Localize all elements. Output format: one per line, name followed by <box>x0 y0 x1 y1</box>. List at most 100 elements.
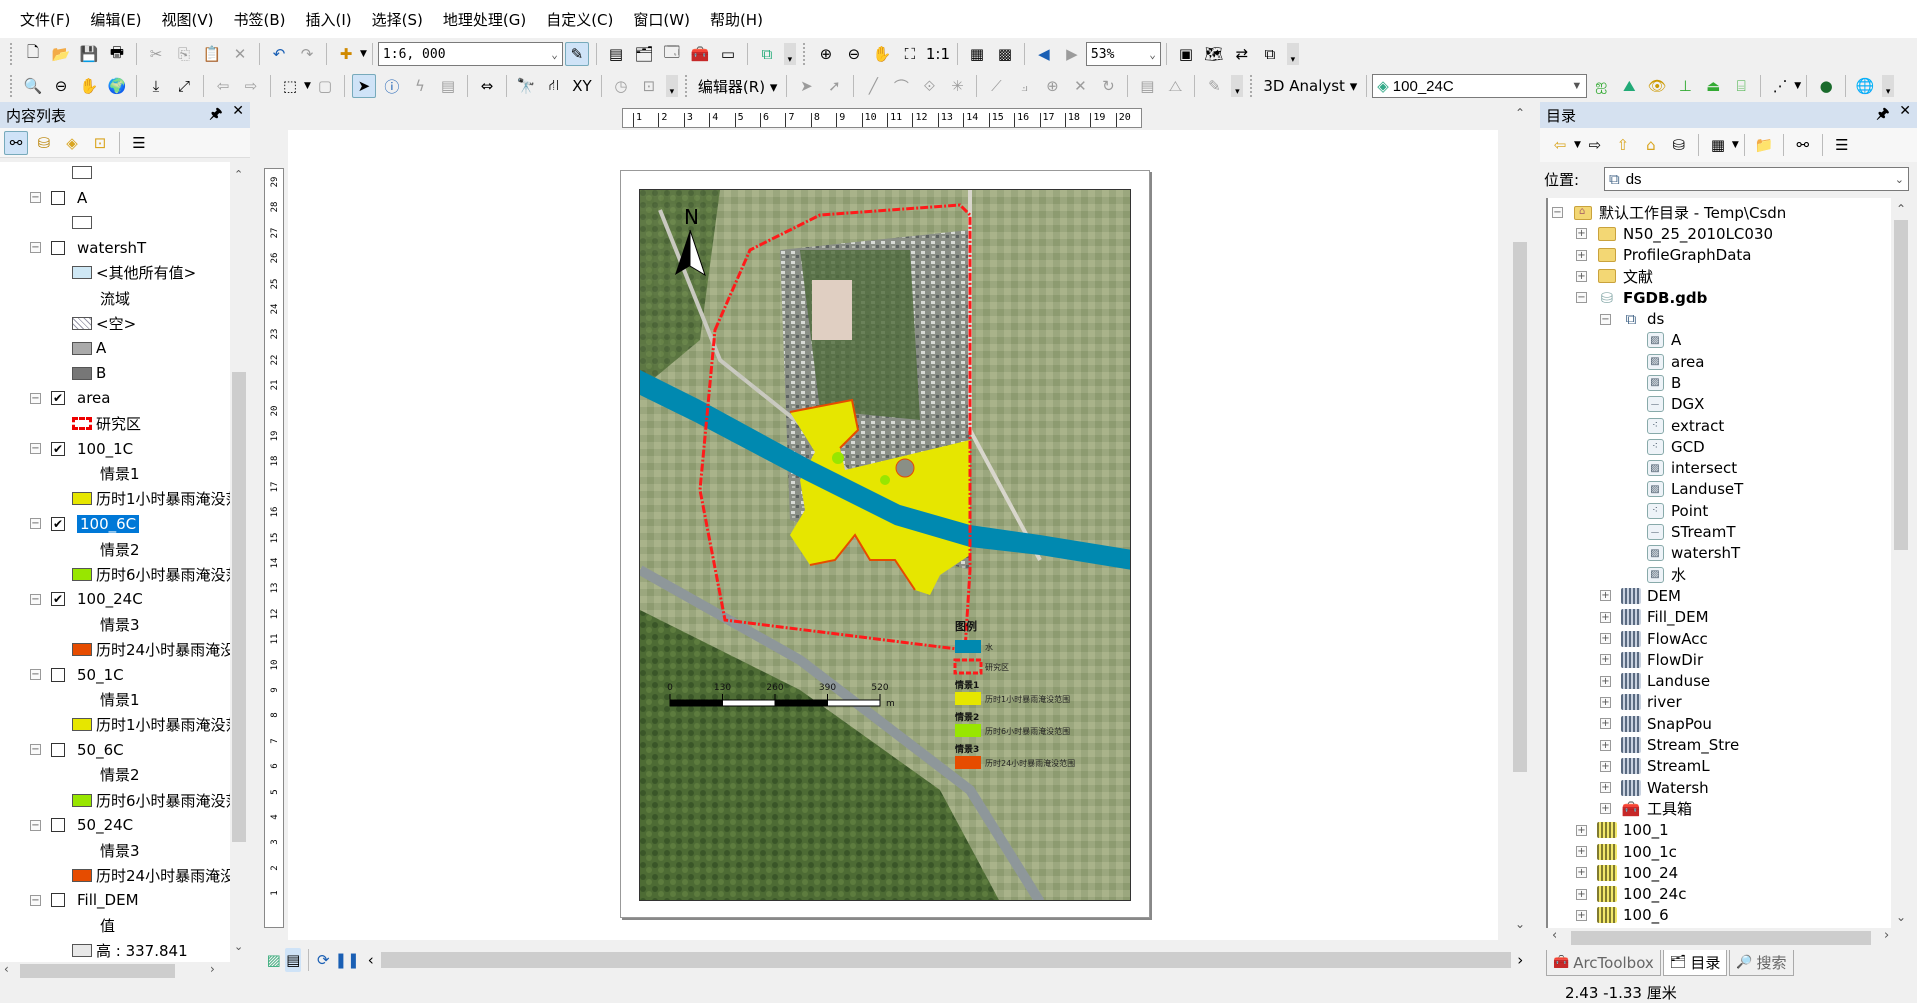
layer-name[interactable]: 100_24C <box>77 590 143 608</box>
menu-item[interactable]: 视图(V) <box>152 9 224 30</box>
layer-name[interactable]: Fill_DEM <box>77 891 139 909</box>
menu-item[interactable]: 编辑(E) <box>80 9 151 30</box>
collapse-icon[interactable]: − <box>30 192 41 204</box>
layer-visibility-checkbox[interactable] <box>51 893 65 908</box>
arcscene-icon[interactable]: ● <box>1814 74 1838 98</box>
catalog-tree-item[interactable]: + N50_25_2010LC030 <box>1576 223 1773 244</box>
toc-layer-fill-dem[interactable]: − Fill_DEM <box>30 888 139 913</box>
layout-pan-icon[interactable]: ✋ <box>870 42 894 66</box>
layer-visibility-checkbox[interactable]: ✔ <box>51 516 65 531</box>
catalog-tree-item[interactable]: ▨ intersect <box>1624 458 1737 479</box>
fixed-zoom-in-icon[interactable]: ▦ <box>965 42 989 66</box>
tab-catalog[interactable]: 🗂 目录 <box>1662 950 1728 976</box>
pan-icon[interactable]: ✋ <box>77 74 101 98</box>
toc-layer-100-1c[interactable]: − ✔ 100_1C <box>30 436 133 461</box>
catalog-tree-item[interactable]: +100_6 <box>1576 905 1669 926</box>
go-back-extent-icon[interactable]: ◀ <box>1032 42 1056 66</box>
fixed-zoom-in-icon[interactable]: ⤓ <box>144 74 168 98</box>
catalog-tree-item[interactable]: + Stream_Stre <box>1600 735 1739 756</box>
symbol-swatch[interactable] <box>72 166 92 179</box>
symbol-swatch[interactable] <box>72 341 92 355</box>
expand-icon[interactable]: + <box>1600 696 1611 708</box>
toolbar-overflow[interactable]: ▾ <box>1286 43 1299 65</box>
menu-item[interactable]: 书签(B) <box>224 9 296 30</box>
toc-scroll-thumb[interactable] <box>232 372 246 842</box>
layer-name[interactable]: watershT <box>77 239 146 257</box>
catalog-tree-item[interactable]: ⁖ GCD <box>1624 436 1705 457</box>
expand-icon[interactable]: + <box>1576 270 1587 282</box>
symbol-swatch[interactable] <box>72 944 92 958</box>
symbol-swatch[interactable] <box>72 492 92 506</box>
scroll-left-icon[interactable]: ‹ <box>1552 928 1557 943</box>
data-driven-pages-icon[interactable]: ⧉ <box>1258 42 1282 66</box>
go-forward-extent-icon[interactable]: ▶ <box>1060 42 1084 66</box>
home-icon[interactable]: ⌂ <box>1639 133 1663 157</box>
catalog-tree-item[interactable]: ⁖ Point <box>1624 500 1708 521</box>
data-frame[interactable]: N 0 130 260 390 520 m 图例水研究区 情景1 历时1小时暴雨淹没范围 情景2… <box>639 189 1131 901</box>
fixed-zoom-out-icon[interactable]: ▩ <box>993 42 1017 66</box>
catalog-horizontal-scrollbar[interactable]: ‹ › <box>1546 928 1911 948</box>
copy-icon[interactable]: ⎘ <box>172 42 196 66</box>
toc-layer-50-24c[interactable]: − 50_24C <box>30 813 133 838</box>
back-extent-icon[interactable]: ⇦ <box>211 74 235 98</box>
toggle-draft-mode-icon[interactable]: ▣ <box>1174 42 1198 66</box>
contour-icon[interactable]: ஐ <box>1589 74 1613 98</box>
catalog-tree-item[interactable]: + Fill_DEM <box>1600 607 1709 628</box>
expand-icon[interactable]: + <box>1576 867 1587 879</box>
save-icon[interactable]: 💾 <box>77 42 101 66</box>
expand-icon[interactable]: + <box>1600 590 1611 602</box>
reshape-icon[interactable]: ⟓ <box>1012 74 1036 98</box>
model-builder-icon[interactable]: ⧉ <box>755 42 779 66</box>
layer-name[interactable]: 50_24C <box>77 816 133 834</box>
edit-annotation-icon[interactable]: ➚ <box>822 74 846 98</box>
expand-icon[interactable]: + <box>1600 760 1611 772</box>
zoom-in-icon[interactable]: 🔍 <box>21 74 45 98</box>
scroll-right-icon[interactable]: › <box>1884 928 1889 943</box>
catalog-tree-item[interactable]: + FlowDir <box>1600 649 1703 670</box>
layer-visibility-checkbox[interactable] <box>51 240 65 255</box>
arctoolbox-icon[interactable]: 🧰 <box>688 42 712 66</box>
forward-arrow-icon[interactable]: ⇨ <box>1583 133 1607 157</box>
catalog-tree-item[interactable]: + SnapPou <box>1600 713 1712 734</box>
tab-search[interactable]: 🔎 搜索 <box>1729 950 1794 976</box>
editor-menu[interactable]: 编辑器(R) ▾ <box>694 76 781 97</box>
cut-polygons-icon[interactable]: ⊕ <box>1040 74 1064 98</box>
layer-visibility-checkbox[interactable] <box>51 667 65 682</box>
trace-icon[interactable]: ⟐ <box>917 74 941 98</box>
close-icon[interactable]: ✕ <box>1899 103 1911 127</box>
scroll-down-icon[interactable]: ⌄ <box>1515 917 1525 931</box>
catalog-tree-item[interactable]: + river <box>1600 692 1682 713</box>
redo-icon[interactable]: ↷ <box>295 42 319 66</box>
zoom-whole-page-icon[interactable]: ⛶ <box>898 42 922 66</box>
print-icon[interactable]: 🖶 <box>105 42 129 66</box>
html-popup-icon[interactable]: ▤ <box>436 74 460 98</box>
change-layout-icon[interactable]: ⇄ <box>1230 42 1254 66</box>
clear-selection-icon[interactable]: ▢ <box>313 74 337 98</box>
expand-icon[interactable]: + <box>1576 888 1587 900</box>
3d-analyst-layer-combo[interactable]: ◈ 100_24C ▼ <box>1372 74 1588 98</box>
focus-data-frame-icon[interactable]: 🗺 <box>1202 42 1226 66</box>
catalog-tree-item[interactable]: ▨ area <box>1624 351 1704 372</box>
toc-layer-50-1c[interactable]: − 50_1C <box>30 662 124 687</box>
menu-item[interactable]: 自定义(C) <box>536 9 623 30</box>
toc-layer-watersht[interactable]: − watershT <box>30 235 146 260</box>
layout-scroll-thumb[interactable] <box>1513 242 1527 772</box>
toolbar-overflow[interactable]: ▾ <box>1231 75 1244 97</box>
menu-item[interactable]: 帮助(H) <box>700 9 773 30</box>
list-by-source-icon[interactable]: ⛁ <box>32 131 56 155</box>
catalog-tree-item[interactable]: ▨ LanduseT <box>1624 479 1743 500</box>
catalog-tree-item[interactable]: ▨ 水 <box>1624 564 1686 585</box>
symbol-swatch[interactable] <box>72 868 92 882</box>
toc-vertical-scrollbar[interactable]: ⌃ ⌄ <box>230 162 248 962</box>
symbol-swatch[interactable] <box>72 216 92 230</box>
expand-icon[interactable]: + <box>1576 909 1587 921</box>
toc-horizontal-scrollbar[interactable]: ‹ › <box>0 962 248 980</box>
expand-icon[interactable]: + <box>1600 611 1611 623</box>
layout-zoom-out-icon[interactable]: ⊖ <box>842 42 866 66</box>
view-options-icon[interactable]: ▦ <box>1706 133 1730 157</box>
catalog-tree-item[interactable]: + DEM <box>1600 585 1681 606</box>
layout-horizontal-scrollbar[interactable] <box>380 952 1511 968</box>
tab-arctoolbox[interactable]: 🧰 ArcToolbox <box>1546 950 1661 976</box>
toc-layer-50-6c[interactable]: − 50_6C <box>30 737 124 762</box>
measure-icon[interactable]: ⇔ <box>475 74 499 98</box>
